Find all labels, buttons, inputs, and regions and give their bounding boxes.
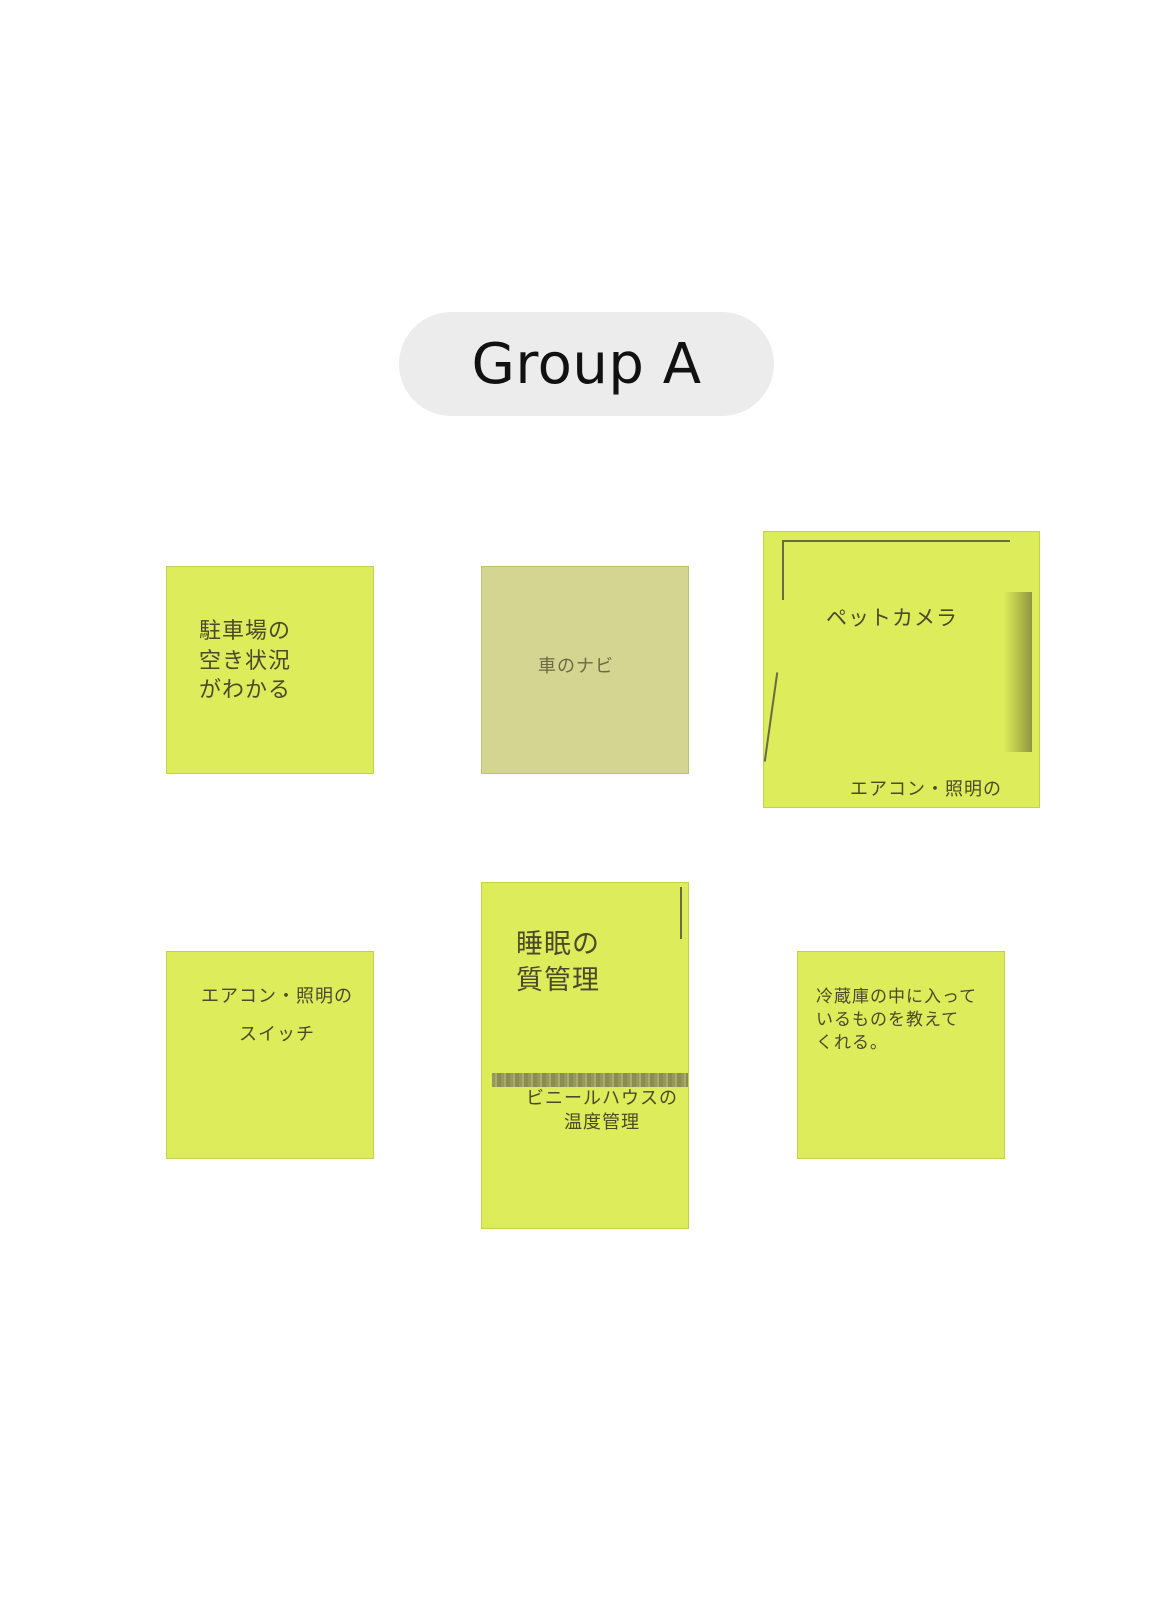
scan-tear-band [492, 1073, 688, 1087]
group-label[interactable]: Group A [399, 312, 774, 416]
sticky-note-fridge[interactable]: 冷蔵庫の中に入って いるものを教えて くれる。 [797, 951, 1005, 1159]
group-label-text: Group A [471, 331, 702, 397]
note-footer-text: エアコン・照明の [850, 779, 1002, 800]
scan-edge-right [680, 887, 682, 939]
note-text: 冷蔵庫の中に入って いるものを教えて くれる。 [816, 987, 978, 1053]
note-text: 駐車場の 空き状況 がわかる [199, 619, 292, 704]
note-text: 睡眠の 質管理 [516, 929, 600, 997]
note-text: 車のナビ [538, 656, 614, 677]
scan-edge-left [782, 540, 784, 600]
note-text: ペットカメラ [826, 606, 958, 630]
scan-edge-left-lower [763, 672, 779, 762]
sticky-note-car-navi[interactable]: 車のナビ [481, 566, 689, 774]
sticky-note-sleep-greenhouse[interactable]: 睡眠の 質管理 ビニールハウスの 温度管理 [481, 882, 689, 1229]
scan-edge-top [782, 540, 1010, 542]
sticky-note-parking[interactable]: 駐車場の 空き状況 がわかる [166, 566, 374, 774]
sticky-note-pet-camera[interactable]: ペットカメラ エアコン・照明の [763, 531, 1040, 808]
scan-shadow [1004, 592, 1032, 752]
sticky-note-aircon-switch[interactable]: エアコン・照明の スイッチ [166, 951, 374, 1159]
note-text: エアコン・照明の スイッチ [201, 986, 353, 1045]
note-footer-text: ビニールハウスの 温度管理 [526, 1088, 678, 1134]
